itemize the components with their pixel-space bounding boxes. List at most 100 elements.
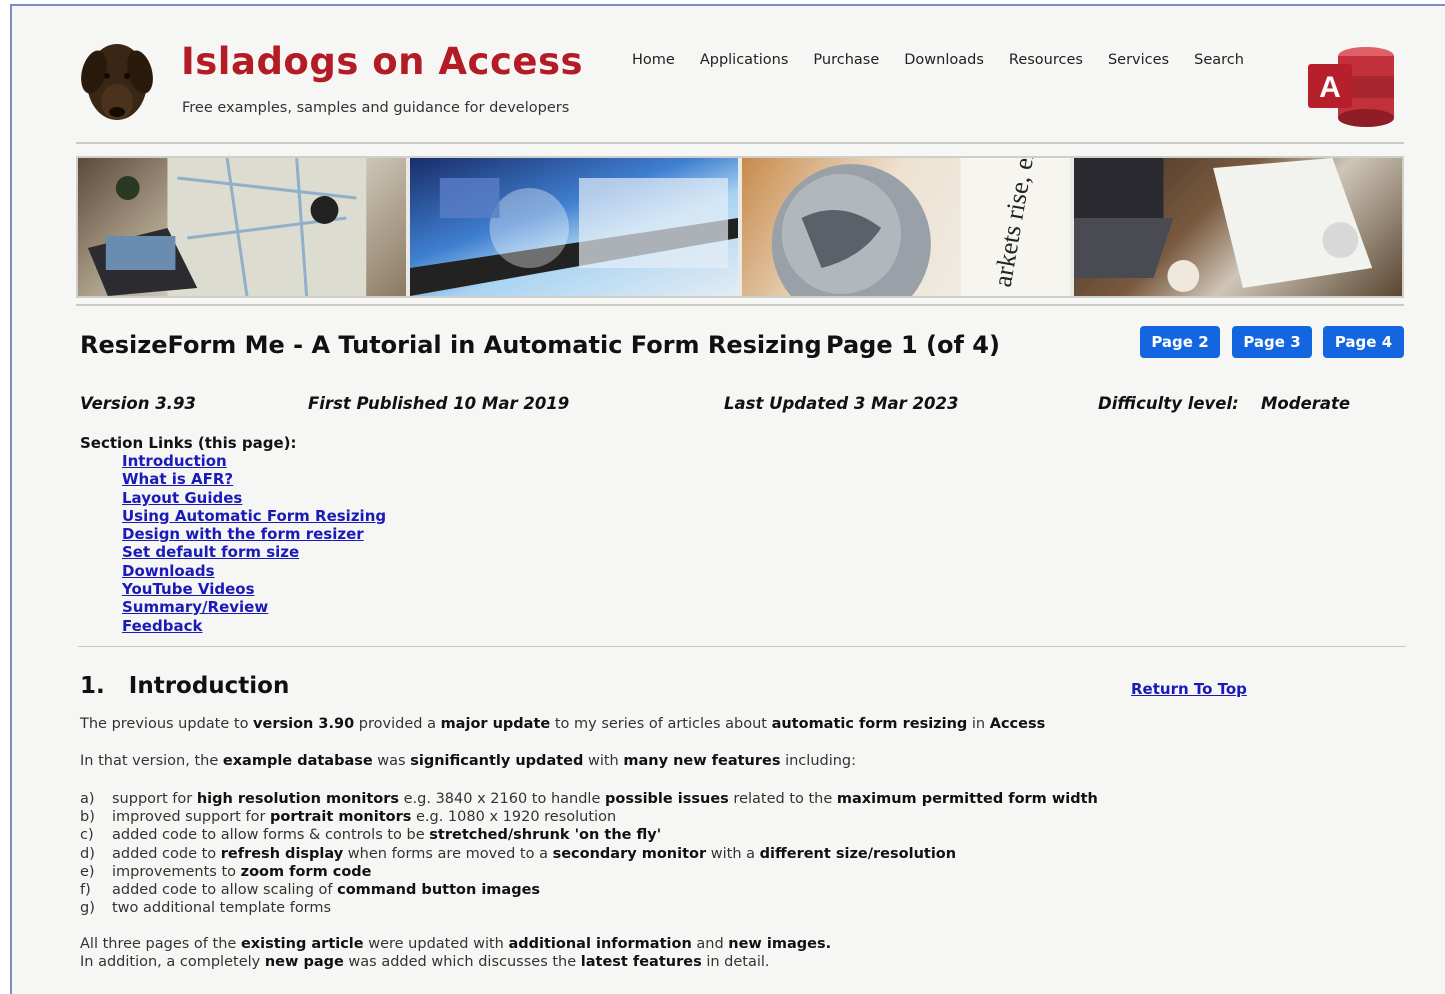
page-frame: Isladogs on Access Free examples, sample… <box>10 4 1445 994</box>
text-run: was added which discusses the <box>343 954 581 970</box>
first-published-label: First Published 10 Mar 2019 <box>308 394 570 413</box>
return-to-top-link[interactable]: Return To Top <box>1131 680 1247 698</box>
section-link-design[interactable]: Design with the form resizer <box>122 525 386 543</box>
nav-home[interactable]: Home <box>632 52 675 68</box>
section-link-youtube[interactable]: YouTube Videos <box>122 580 386 598</box>
bold-text: different size/resolution <box>759 845 957 862</box>
bold-text: secondary monitor <box>552 845 707 862</box>
section-divider <box>78 646 1406 647</box>
text-run: was <box>372 753 411 769</box>
section-link-feedback[interactable]: Feedback <box>122 617 386 635</box>
text-run: two additional template forms <box>112 900 332 917</box>
nav-applications[interactable]: Applications <box>700 52 789 68</box>
access-logo-icon: A <box>1308 47 1394 127</box>
bold-text: new images. <box>728 936 832 952</box>
section-link-introduction[interactable]: Introduction <box>122 452 386 470</box>
header-divider <box>76 142 1404 144</box>
text-run: added code to allow scaling of <box>112 882 338 899</box>
banner-image-maps <box>78 158 410 296</box>
text-run: to my series of articles about <box>550 716 772 732</box>
section-link-what-is-afr[interactable]: What is AFR? <box>122 470 386 488</box>
text-run: added code to allow forms & controls to … <box>112 827 430 844</box>
bold-text: Access <box>989 716 1046 732</box>
bold-text: new page <box>264 954 344 970</box>
text-run: All three pages of the <box>80 936 241 952</box>
features-list: a) support for high resolution monitors e… <box>80 790 1098 917</box>
nav-downloads[interactable]: Downloads <box>904 52 984 68</box>
text-run: e.g. 3840 x 2160 to handle <box>399 791 605 807</box>
site-title[interactable]: Isladogs on Access <box>181 40 583 83</box>
nav-purchase[interactable]: Purchase <box>813 52 879 68</box>
banner-images: arkets rise, exp <box>76 156 1404 298</box>
bold-text: stretched/shrunk 'on the fly' <box>429 827 662 844</box>
list-item-marker: g) <box>80 900 95 917</box>
list-item: e) improvements to zoom form code <box>80 863 1098 881</box>
list-item: d) added code to refresh display when for… <box>80 845 1098 863</box>
text-run: with a <box>706 845 760 862</box>
section-link-summary[interactable]: Summary/Review <box>122 598 386 616</box>
bold-text: command button images <box>337 882 541 899</box>
section-link-using-afr[interactable]: Using Automatic Form Resizing <box>122 507 386 525</box>
intro-paragraph-1: The previous update to version 3.90 prov… <box>80 716 1045 732</box>
list-item-marker: d) <box>80 845 95 862</box>
text-run: related to the <box>728 791 837 807</box>
access-logo-letter: A <box>1319 71 1341 104</box>
intro-paragraph-4: In addition, a completely new page was a… <box>80 954 770 970</box>
bold-text: maximum permitted form width <box>836 791 1098 807</box>
banner-image-desk <box>1074 158 1402 296</box>
dog-logo-icon[interactable] <box>74 38 160 126</box>
text-run: in <box>967 716 990 732</box>
nav-services[interactable]: Services <box>1108 52 1169 68</box>
list-item: a) support for high resolution monitors e… <box>80 790 1098 808</box>
last-updated-label: Last Updated 3 Mar 2023 <box>724 394 959 413</box>
section-link-downloads[interactable]: Downloads <box>122 562 386 580</box>
bold-text: significantly updated <box>410 753 584 769</box>
text-run: and <box>691 936 729 952</box>
text-run: in detail. <box>701 954 770 970</box>
bold-text: refresh display <box>220 845 344 862</box>
list-item: c) added code to allow forms & controls t… <box>80 826 1098 844</box>
text-run: In that version, the <box>80 753 223 769</box>
version-label: Version 3.93 <box>80 394 196 413</box>
bold-text: zoom form code <box>240 863 372 880</box>
difficulty-value: Moderate <box>1261 394 1351 413</box>
text-run: The previous update to <box>80 716 254 732</box>
bold-text: additional information <box>508 936 692 952</box>
page-4-button[interactable]: Page 4 <box>1323 326 1404 358</box>
text-run: added code to <box>112 845 221 862</box>
bold-text: major update <box>440 716 551 732</box>
text-run: e.g. 1080 x 1920 resolution <box>411 809 617 826</box>
page-2-button[interactable]: Page 2 <box>1140 326 1220 358</box>
section-link-default-size[interactable]: Set default form size <box>122 543 386 561</box>
text-run: with <box>583 753 624 769</box>
text-run: support for <box>112 791 197 807</box>
bold-text: example database <box>222 753 373 769</box>
introduction-heading: 1. Introduction <box>80 673 290 699</box>
section-links-list: Introduction What is AFR? Layout Guides … <box>122 452 386 635</box>
nav-resources[interactable]: Resources <box>1009 52 1083 68</box>
list-item: f) added code to allow scaling of command… <box>80 881 1098 899</box>
nav-search[interactable]: Search <box>1194 52 1244 68</box>
section-links-label: Section Links (this page): <box>80 434 297 452</box>
text-run: improved support for <box>112 809 271 826</box>
bold-text: many new features <box>623 753 781 769</box>
bold-text: possible issues <box>604 791 729 807</box>
intro-paragraph-2: In that version, the example database wa… <box>80 753 856 769</box>
difficulty-label: Difficulty level: <box>1098 394 1239 413</box>
banner-divider <box>76 304 1404 306</box>
banner-image-globe: arkets rise, exp <box>742 158 1074 296</box>
list-item: b) improved support for portrait monitors… <box>80 808 1098 826</box>
list-item: g) two additional template forms <box>80 899 1098 917</box>
list-item-marker: f) <box>80 882 91 899</box>
text-run: were updated with <box>363 936 509 952</box>
bold-text: automatic form resizing <box>771 716 968 732</box>
banner-image-digital <box>410 158 742 296</box>
page-indicator: Page 1 (of 4) <box>826 331 1000 359</box>
text-run: including: <box>780 753 857 769</box>
page-3-button[interactable]: Page 3 <box>1232 326 1312 358</box>
text-run: improvements to <box>112 863 241 880</box>
text-run: when forms are moved to a <box>343 845 553 862</box>
bold-text: portrait monitors <box>270 809 412 826</box>
section-link-layout-guides[interactable]: Layout Guides <box>122 489 386 507</box>
list-item-marker: e) <box>80 863 95 880</box>
